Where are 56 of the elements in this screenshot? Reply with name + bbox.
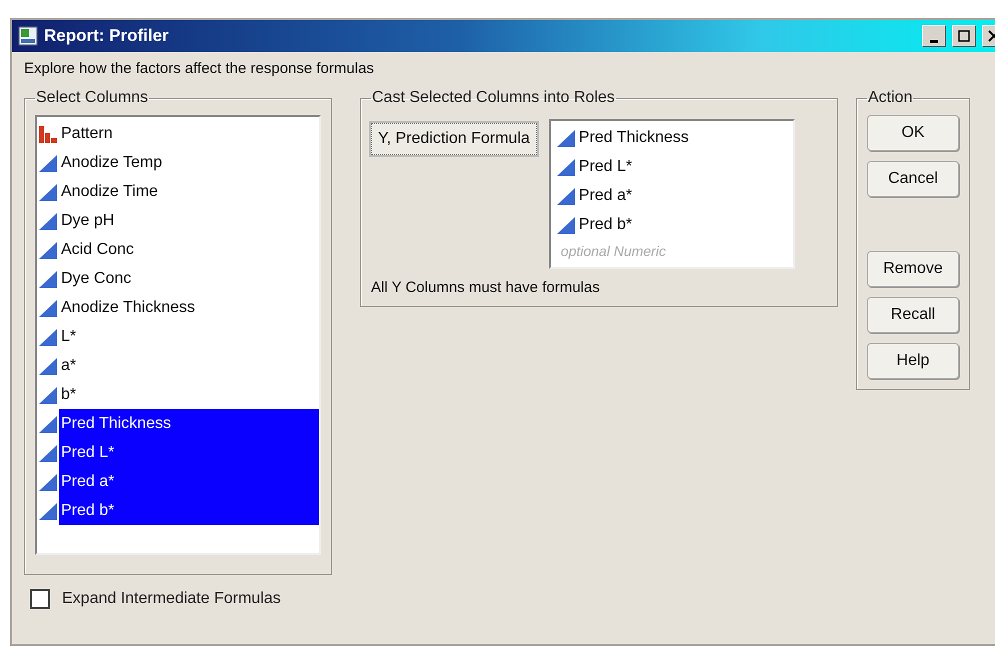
triangle-icon [554,214,577,234]
column-item[interactable]: Anodize Temp [59,148,162,177]
window-title: Report: Profiler [44,26,170,46]
column-item[interactable]: Pred Thickness [59,409,319,438]
triangle-icon [554,186,577,206]
triangle-icon [37,384,59,404]
action-button[interactable]: Remove [867,251,959,287]
report-icon [18,26,38,46]
role-item[interactable]: Pred b* [576,210,632,239]
triangle-icon [37,240,59,260]
role-item[interactable]: Pred a* [576,181,632,210]
minimize-icon [930,40,938,42]
triangle-icon [37,268,59,288]
triangle-icon [37,152,59,172]
triangle-icon [554,156,577,176]
triangle-icon [37,414,59,434]
column-item[interactable]: Anodize Thickness [59,293,195,322]
column-item[interactable]: Pattern [59,119,113,148]
triangle-icon [37,472,59,492]
column-item[interactable]: Dye pH [59,206,114,235]
triangle-icon [37,356,59,376]
placeholder-text: optional Numeric [560,242,667,261]
group-title: Select Columns [35,89,150,107]
action-button[interactable]: Cancel [867,161,959,197]
column-item[interactable]: Anodize Time [59,177,158,206]
action-button[interactable]: Help [867,343,959,379]
column-item[interactable]: Dye Conc [59,264,132,293]
bar-chart-icon [37,124,59,144]
minimize-button[interactable] [922,25,946,47]
column-item[interactable]: Pred a* [59,467,319,496]
description-text: Explore how the factors affect the response formulas [24,60,375,77]
checkbox[interactable] [30,589,50,609]
group-title: Cast Selected Columns into Roles [371,89,616,107]
note-text: All Y Columns must have formulas [371,279,601,296]
triangle-icon [37,298,59,318]
triangle-icon [37,210,59,230]
triangle-icon [554,128,577,148]
column-item[interactable]: b* [59,380,76,409]
role-item[interactable]: Pred L* [576,152,632,181]
role-button[interactable]: Y, Prediction Formula [371,123,537,155]
maximize-button[interactable] [952,25,976,47]
triangle-icon [37,326,59,346]
column-item[interactable]: L* [59,322,76,351]
checkbox-label: Expand Intermediate Formulas [62,590,281,608]
triangle-icon [37,442,59,462]
role-item[interactable]: Pred Thickness [576,123,689,152]
column-item[interactable]: a* [59,351,76,380]
column-item[interactable]: Pred b* [59,496,319,525]
triangle-icon [37,500,59,520]
column-item[interactable]: Pred L* [59,438,319,467]
column-item[interactable]: Acid Conc [59,235,134,264]
maximize-icon [958,30,970,42]
group-title: Action [867,89,914,107]
action-button[interactable]: OK [867,115,959,151]
triangle-icon [37,182,59,202]
action-button[interactable]: Recall [867,297,959,333]
